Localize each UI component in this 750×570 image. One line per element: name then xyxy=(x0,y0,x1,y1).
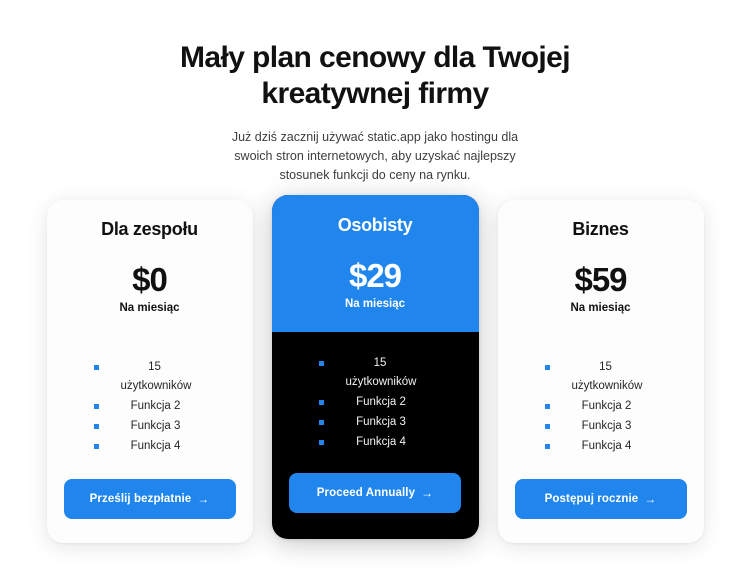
list-item: Funkcja 3 xyxy=(272,413,479,432)
card-header: Biznes $59 Na miesiąc xyxy=(498,200,704,332)
pricing-card-business[interactable]: Biznes $59 Na miesiąc 15 użytkowników Fu… xyxy=(497,200,704,543)
plan-period: Na miesiąc xyxy=(344,298,406,310)
plan-period: Na miesiąc xyxy=(119,302,180,314)
plan-price: $29 xyxy=(348,257,402,294)
list-item: Funkcja 4 xyxy=(498,437,704,456)
list-item: Funkcja 2 xyxy=(498,397,704,416)
list-item: 15 użytkowników xyxy=(272,354,479,392)
plan-period: Na miesiąc xyxy=(570,302,631,314)
list-item: Funkcja 3 xyxy=(498,417,704,436)
page-subtitle: Już dziś zacznij używać static.app jako … xyxy=(231,130,519,182)
card-header: Osobisty $29 Na miesiąc xyxy=(271,195,479,332)
list-item: Funkcja 3 xyxy=(47,417,253,436)
cta-button-personal[interactable]: Proceed Annually → xyxy=(289,473,461,513)
page-title: Mały plan cenowy dla Twojej kreatywnej f… xyxy=(179,41,571,110)
feature-list: 15 użytkowników Funkcja 2 Funkcja 3 Funk… xyxy=(272,332,479,453)
cta-button-business[interactable]: Postępuj rocznie → xyxy=(514,479,687,519)
arrow-right-icon: → xyxy=(197,492,210,506)
pricing-card-personal[interactable]: Osobisty $29 Na miesiąc 15 użytkowników … xyxy=(271,195,479,539)
feature-list: 15 użytkowników Funkcja 2 Funkcja 3 Funk… xyxy=(498,332,704,457)
card-header: Dla zespołu $0 Na miesiąc xyxy=(47,200,253,332)
plan-price: $59 xyxy=(574,261,627,298)
list-item: Funkcja 4 xyxy=(272,433,479,452)
cta-button-team[interactable]: Prześlij bezpłatnie → xyxy=(63,479,236,519)
cta-label: Postępuj rocznie xyxy=(544,493,639,505)
arrow-right-icon: → xyxy=(644,492,657,506)
list-item: Funkcja 2 xyxy=(47,397,253,416)
pricing-card-team[interactable]: Dla zespołu $0 Na miesiąc 15 użytkownikó… xyxy=(46,200,253,543)
plan-name: Dla zespołu xyxy=(101,219,198,239)
arrow-right-icon: → xyxy=(421,486,434,500)
feature-list: 15 użytkowników Funkcja 2 Funkcja 3 Funk… xyxy=(47,332,253,457)
page-header: Mały plan cenowy dla Twojej kreatywnej f… xyxy=(0,0,750,185)
plan-price: $0 xyxy=(132,261,168,298)
pricing-page: Mały plan cenowy dla Twojej kreatywnej f… xyxy=(0,0,750,570)
plan-name: Osobisty xyxy=(337,215,413,235)
cta-label: Proceed Annually xyxy=(316,487,416,499)
list-item: Funkcja 4 xyxy=(47,437,253,456)
plan-name: Biznes xyxy=(572,219,629,239)
list-item: 15 użytkowników xyxy=(498,358,704,396)
list-item: Funkcja 2 xyxy=(272,393,479,412)
cta-label: Prześlij bezpłatnie xyxy=(89,493,192,505)
list-item: 15 użytkowników xyxy=(47,358,253,396)
pricing-cards-row: Dla zespołu $0 Na miesiąc 15 użytkownikó… xyxy=(0,195,750,543)
